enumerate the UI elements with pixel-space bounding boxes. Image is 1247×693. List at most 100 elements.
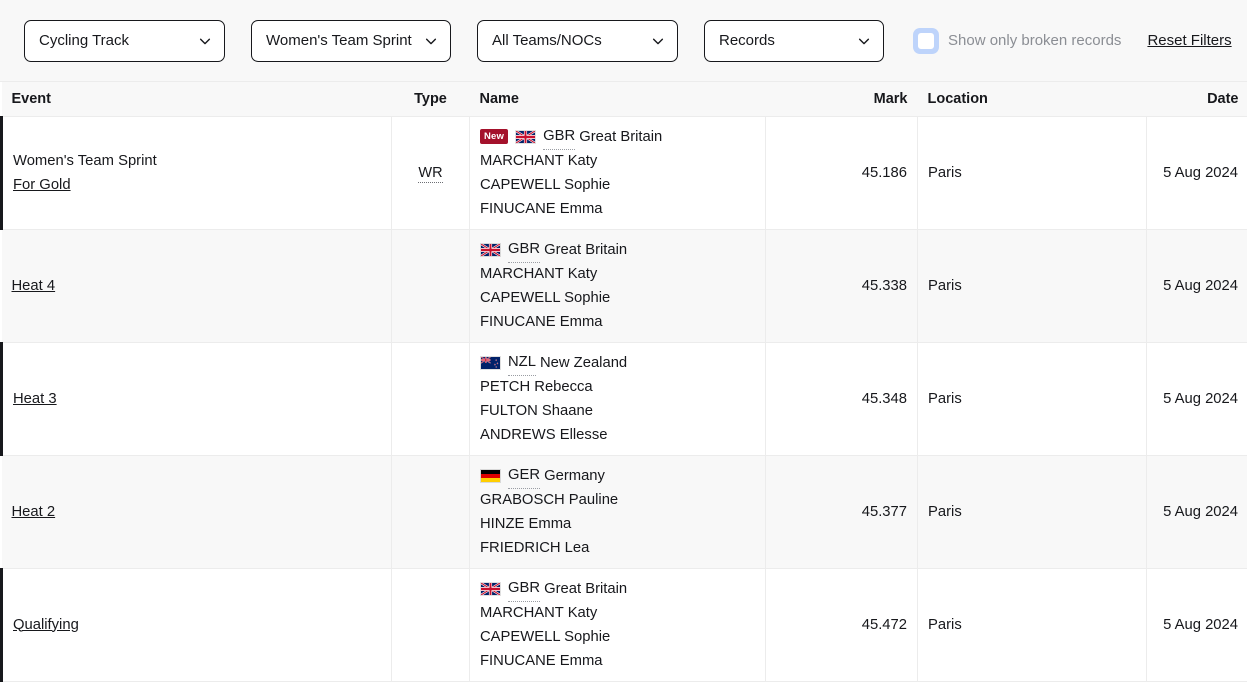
noc-code[interactable]: GBR (543, 124, 576, 150)
athlete-name: ANDREWS Ellesse (480, 426, 608, 443)
broken-records-label: Show only broken records (948, 32, 1122, 49)
cell-name: NZL New Zealand PETCH Rebecca FULTON Shaane… (469, 342, 766, 456)
cell-date: 5 Aug 2024 (1146, 455, 1247, 569)
record-type-filter-select[interactable]: Records (704, 19, 884, 62)
cell-date: 5 Aug 2024 (1146, 568, 1247, 682)
cell-mark: 45.186 (765, 116, 918, 230)
table-header-row: Event Type Name Mark Location Date (1, 82, 1247, 117)
table-row: Qualifying GBR Great Britain MARCHANT Katy C… (0, 568, 1247, 682)
cell-type (391, 229, 470, 343)
broken-records-checkbox-wrapper[interactable]: Show only broken records (913, 27, 1122, 54)
cell-mark: 45.338 (765, 229, 918, 343)
reset-filters-link[interactable]: Reset Filters (1147, 32, 1231, 49)
column-header-type[interactable]: Type (391, 82, 470, 117)
cell-event: Heat 3 (0, 342, 392, 456)
checkbox-box-icon (918, 32, 934, 49)
filter-bar: Cycling Track Women's Team Sprint All Te… (0, 0, 1247, 82)
athlete-name: GRABOSCH Pauline (480, 491, 619, 508)
cell-mark: 45.377 (765, 455, 918, 569)
event-round-link[interactable]: For Gold (13, 173, 71, 197)
cell-mark: 45.472 (765, 568, 918, 682)
team-filter-select[interactable]: All Teams/NOCs (477, 19, 678, 62)
team-line: GBR Great Britain (480, 576, 755, 602)
cell-location: Paris (917, 568, 1147, 682)
cell-name: GBR Great Britain MARCHANT Katy CAPEWELL So… (469, 568, 766, 682)
table-body: Women's Team Sprint For Gold WR New GBR Great… (0, 116, 1247, 682)
chevron-down-icon (425, 38, 437, 44)
broken-records-checkbox[interactable] (913, 27, 939, 54)
team-name: Germany (544, 467, 605, 484)
ger-flag (480, 468, 501, 483)
athlete-name: FRIEDRICH Lea (480, 539, 590, 556)
cell-type (391, 455, 470, 569)
athlete-name: MARCHANT Katy (480, 152, 598, 169)
cell-name: New GBR Great Britain MARCHANT Katy CAPEWELL… (469, 116, 766, 230)
event-round-link[interactable]: Qualifying (13, 613, 79, 637)
event-filter-value: Women's Team Sprint (266, 32, 412, 49)
athlete-name: CAPEWELL Sophie (480, 289, 611, 306)
cell-type (391, 568, 470, 682)
sport-filter-value: Cycling Track (39, 32, 130, 49)
noc-code[interactable]: GER (508, 463, 541, 489)
event-round-link[interactable]: Heat 2 (12, 500, 56, 524)
table-row: Heat 4 GBR Great Britain MARCHANT Katy CAPEW… (1, 229, 1247, 343)
gbr-flag (480, 242, 501, 257)
athlete-name: FINUCANE Emma (480, 200, 603, 217)
event-filter-select[interactable]: Women's Team Sprint (251, 19, 451, 62)
table-row: Heat 2 GER Germany GRABOSCH Pauline HINZE Em… (1, 455, 1247, 569)
cell-event: Heat 4 (1, 229, 392, 343)
team-name: New Zealand (539, 354, 628, 371)
cell-date: 5 Aug 2024 (1146, 229, 1247, 343)
table-row: Heat 3 NZL New Zealand PETCH Rebecca FULTON … (0, 342, 1247, 456)
team-name: Great Britain (544, 241, 628, 258)
cell-name: GER Germany GRABOSCH Pauline HINZE Emma FRIE… (469, 455, 766, 569)
column-header-name[interactable]: Name (469, 82, 766, 117)
athlete-name: FINUCANE Emma (480, 313, 603, 330)
event-round-link[interactable]: Heat 4 (12, 274, 56, 298)
gbr-flag (480, 581, 501, 596)
athlete-name: CAPEWELL Sophie (480, 628, 611, 645)
cell-location: Paris (917, 342, 1147, 456)
event-round-link[interactable]: Heat 3 (13, 387, 57, 411)
chevron-down-icon (199, 38, 211, 44)
cell-date: 5 Aug 2024 (1146, 342, 1247, 456)
athlete-name: PETCH Rebecca (480, 378, 593, 395)
team-filter-value: All Teams/NOCs (492, 32, 602, 49)
record-type-filter-value: Records (719, 32, 775, 49)
gbr-flag (515, 129, 537, 144)
cell-mark: 45.348 (765, 342, 918, 456)
noc-code[interactable]: GBR (508, 576, 541, 602)
column-header-event[interactable]: Event (1, 82, 392, 117)
athlete-name: CAPEWELL Sophie (480, 176, 611, 193)
cell-location: Paris (917, 116, 1147, 230)
new-record-badge: New (480, 128, 509, 145)
cell-event: Heat 2 (1, 455, 392, 569)
cell-name: GBR Great Britain MARCHANT Katy CAPEWELL So… (469, 229, 766, 343)
event-title: Women's Team Sprint (13, 152, 157, 169)
team-name: Great Britain (544, 580, 628, 597)
chevron-down-icon (858, 38, 870, 44)
chevron-down-icon (652, 38, 664, 44)
column-header-date[interactable]: Date (1146, 82, 1247, 117)
record-type-abbr[interactable]: WR (418, 164, 443, 183)
cell-location: Paris (917, 229, 1147, 343)
cell-event: Women's Team Sprint For Gold (0, 116, 392, 230)
cell-type: WR (391, 116, 470, 230)
noc-code[interactable]: NZL (508, 350, 536, 376)
cell-date: 5 Aug 2024 (1146, 116, 1247, 230)
team-line: NZL New Zealand (480, 350, 755, 376)
cell-location: Paris (917, 455, 1147, 569)
team-line: GBR Great Britain (480, 237, 755, 263)
team-line: GER Germany (480, 463, 755, 489)
records-table: Event Type Name Mark Location Date Women… (0, 82, 1247, 682)
sport-filter-select[interactable]: Cycling Track (24, 19, 225, 62)
athlete-name: MARCHANT Katy (480, 604, 598, 621)
athlete-name: FINUCANE Emma (480, 652, 603, 669)
table-row: Women's Team Sprint For Gold WR New GBR Great… (0, 116, 1247, 230)
column-header-location[interactable]: Location (917, 82, 1147, 117)
column-header-mark[interactable]: Mark (765, 82, 918, 117)
noc-code[interactable]: GBR (508, 237, 541, 263)
table-header: Event Type Name Mark Location Date (1, 82, 1247, 117)
nzl-flag (480, 355, 501, 370)
athlete-name: HINZE Emma (480, 515, 572, 532)
